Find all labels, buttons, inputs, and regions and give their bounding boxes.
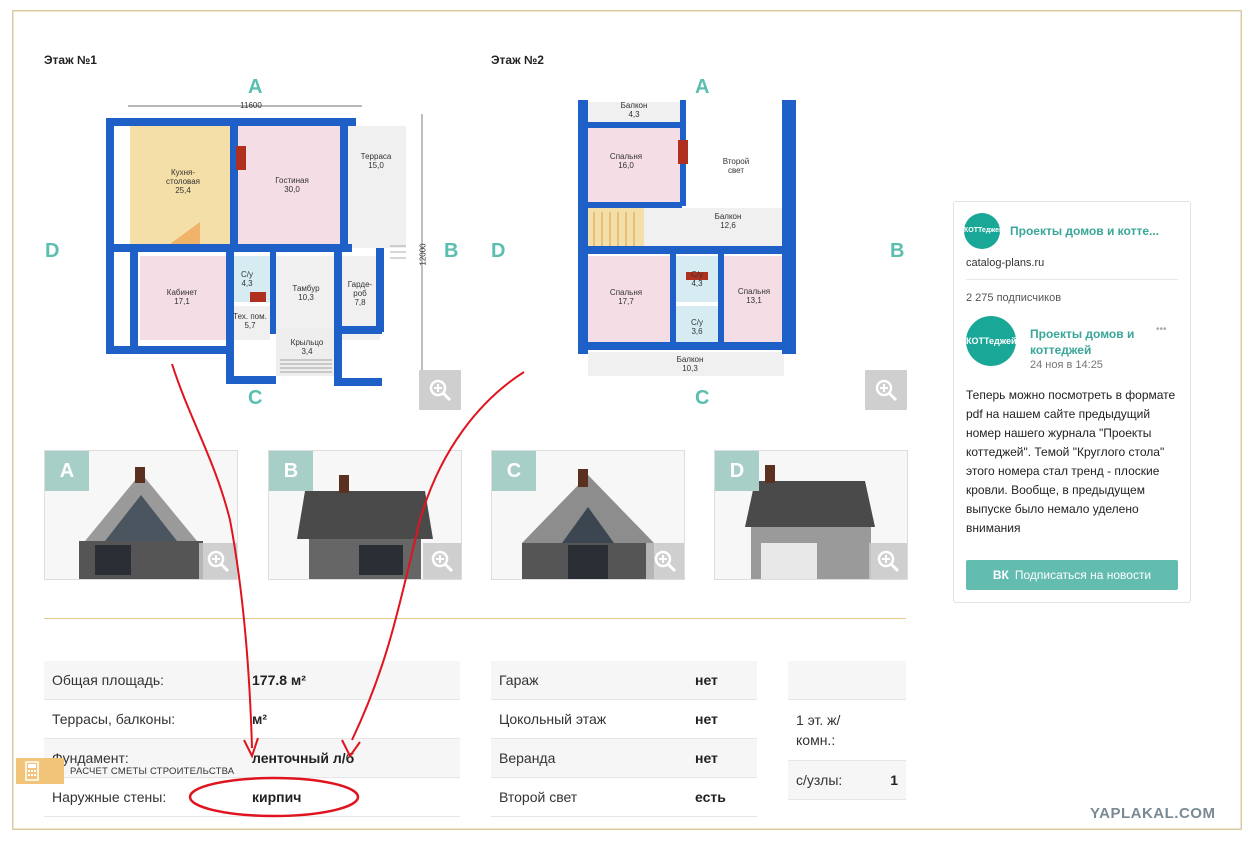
table-row: Гараж нет <box>491 661 757 700</box>
zoom-in-icon <box>429 379 452 402</box>
room-label: Терраса 15,0 <box>360 152 392 170</box>
zoom-in-icon <box>654 550 677 573</box>
facade-c[interactable]: C <box>491 450 685 580</box>
table-row: Второй свет есть <box>491 777 757 817</box>
facade-zoom-button[interactable] <box>646 543 684 579</box>
spec-table-1: Общая площадь: 177.8 м² Террасы, балконы:… <box>44 661 460 817</box>
table-row: 1 эт. ж/ комн.: <box>788 699 906 761</box>
floor2-zoom-button[interactable] <box>865 370 907 410</box>
floor2-plan[interactable] <box>574 96 800 380</box>
room-label: Спальня 16,0 <box>609 152 643 170</box>
vk-post-text: Теперь можно посмотреть в формате pdf на… <box>966 388 1176 535</box>
section-divider <box>44 618 906 619</box>
room-label: Крыльцо 3,4 <box>290 338 324 356</box>
vk-post-time[interactable]: 24 ноя в 14:25 <box>1030 359 1103 371</box>
room-label: Гостиная 30,0 <box>275 176 309 194</box>
room-label: Кухня- столовая 25,4 <box>166 168 200 195</box>
cost-estimate-tab[interactable]: РАСЧЕТ СМЕТЫ СТРОИТЕЛЬСТВА <box>16 758 254 784</box>
floor2-compass-bottom: C <box>695 387 710 409</box>
vk-separator <box>966 279 1178 280</box>
dim-width: 11600 <box>240 101 262 110</box>
room-label: Балкон 12,6 <box>714 212 742 230</box>
zoom-in-icon <box>207 550 230 573</box>
table-row: с/узлы: 1 <box>788 760 906 800</box>
vk-group-title[interactable]: Проекты домов и котте... <box>1010 224 1182 238</box>
facade-zoom-button[interactable] <box>199 543 237 579</box>
cost-estimate-label: РАСЧЕТ СМЕТЫ СТРОИТЕЛЬСТВА <box>70 766 235 777</box>
zoom-in-icon <box>875 379 898 402</box>
floor2-compass-right: B <box>890 240 905 262</box>
facade-d[interactable]: D <box>714 450 908 580</box>
room-label: Гарде- роб 7,8 <box>347 280 373 307</box>
room-label: Балкон 4,3 <box>620 101 648 119</box>
facade-zoom-button[interactable] <box>423 543 461 579</box>
facade-letter: D <box>715 451 759 491</box>
room-label: Второй свет <box>722 157 750 175</box>
dim-height: 12000 <box>418 243 428 266</box>
zoom-in-icon <box>877 550 900 573</box>
vk-subscribe-button[interactable]: ВК Подписаться на новости <box>966 560 1178 590</box>
vk-post-avatar[interactable]: КОТТеджей <box>966 316 1017 366</box>
facade-letter: C <box>492 451 536 491</box>
room-label: Тамбур 10,3 <box>292 284 320 302</box>
room-label: С/у 3,6 <box>691 318 703 336</box>
facade-letter: B <box>269 451 313 491</box>
floor1-title: Этаж №1 <box>44 53 97 67</box>
vk-subscribers[interactable]: 2 275 подписчиков <box>966 292 1061 304</box>
room-label: Спальня 17,7 <box>609 288 643 306</box>
room-label: Спальня 13,1 <box>737 287 771 305</box>
vk-post-author[interactable]: Проекты домов и коттеджей <box>1030 326 1150 358</box>
vk-site-link[interactable]: catalog-plans.ru <box>966 257 1044 269</box>
vk-group-avatar[interactable]: КОТТеджей <box>964 213 1003 249</box>
room-label: Тех. пом. 5,7 <box>233 312 267 330</box>
room-label: Кабинет 17,1 <box>166 288 198 306</box>
zoom-in-icon <box>431 550 454 573</box>
floor2-compass-left: D <box>491 240 506 262</box>
facade-zoom-button[interactable] <box>869 543 907 579</box>
floor1-compass-right: B <box>444 240 459 262</box>
site-watermark: YAPLAKAL.COM <box>1090 805 1216 822</box>
calculator-icon <box>16 758 64 784</box>
table-row: Цокольный этаж нет <box>491 699 757 739</box>
room-label: С/у 4,3 <box>241 270 253 288</box>
table-row <box>788 661 906 700</box>
facade-b[interactable]: B <box>268 450 462 580</box>
facade-a[interactable]: A <box>44 450 238 580</box>
floor1-plan[interactable] <box>100 96 436 392</box>
spec-table-3: 1 эт. ж/ комн.: с/узлы: 1 <box>788 661 906 800</box>
table-row: Общая площадь: 177.8 м² <box>44 661 460 700</box>
room-label: С/у 4,3 <box>691 270 703 288</box>
vk-logo-icon: ВК <box>992 568 1009 582</box>
room-label: Балкон 10,3 <box>676 355 704 373</box>
floor1-zoom-button[interactable] <box>419 370 461 410</box>
vk-widget: КОТТеджей Проекты домов и котте... catal… <box>953 201 1191 603</box>
facade-letter: A <box>45 451 89 491</box>
table-row: Террасы, балконы: м² <box>44 699 460 739</box>
floor1-compass-left: D <box>45 240 60 262</box>
table-row: Веранда нет <box>491 738 757 778</box>
floor2-title: Этаж №2 <box>491 53 544 67</box>
more-options-icon[interactable]: ••• <box>1156 324 1167 335</box>
spec-table-2: Гараж нет Цокольный этаж нет Веранда нет Вт… <box>491 661 757 817</box>
